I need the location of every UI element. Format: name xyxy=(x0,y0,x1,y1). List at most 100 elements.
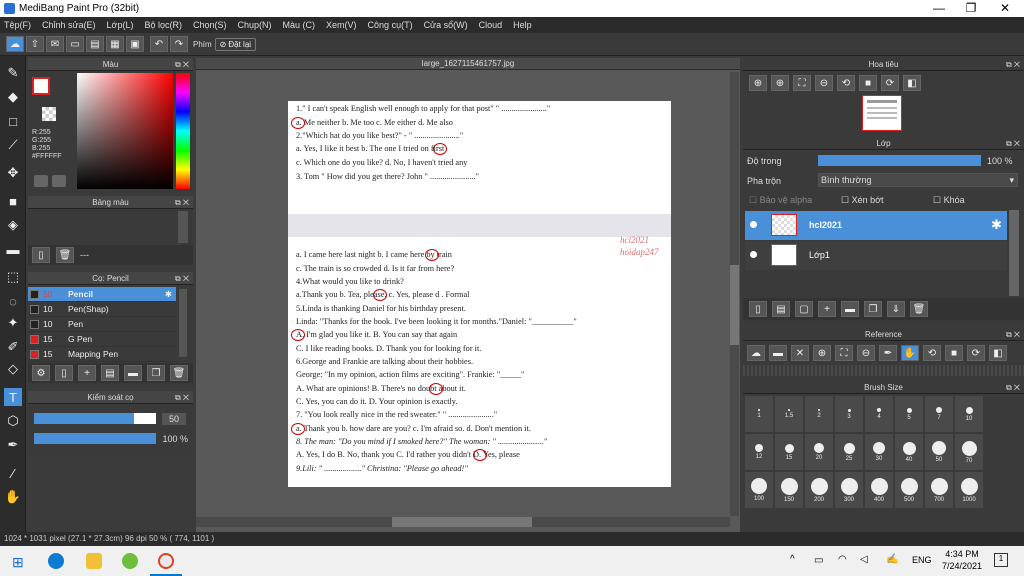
add-brush-icon[interactable]: + xyxy=(78,365,96,381)
panel-close-icon[interactable]: ⧉ ✕ xyxy=(1006,58,1020,71)
clock-time[interactable]: 4:34 PM xyxy=(940,549,984,559)
file-explorer-icon[interactable] xyxy=(86,553,102,569)
delete-palette-icon[interactable]: 🗑 xyxy=(56,247,74,263)
rotate-left-icon[interactable]: ⟲ xyxy=(923,345,941,361)
new-layer-1bit-icon[interactable]: ▢ xyxy=(795,301,813,317)
menu-edit[interactable]: Chỉnh sửa(E) xyxy=(42,20,96,30)
layer-scrollbar[interactable] xyxy=(1009,210,1019,296)
select-pen-icon[interactable]: ✐ xyxy=(4,338,22,356)
transparent-swatch[interactable] xyxy=(42,107,56,121)
brush-size-cell[interactable]: 10 xyxy=(955,396,983,432)
move-tool-icon[interactable]: ✥ xyxy=(4,164,22,182)
cloud-icon[interactable]: ☁ xyxy=(6,36,24,52)
eyedropper-tool-icon[interactable]: ✒ xyxy=(4,436,22,454)
brush-item-g-pen[interactable]: 15 G Pen xyxy=(28,332,176,347)
brush-size-cell[interactable]: 25 xyxy=(835,434,863,470)
brush-item-pencil[interactable]: 50 Pencil ✱ xyxy=(28,287,176,302)
gear-icon[interactable]: ✱ xyxy=(165,287,172,302)
zoom-out-icon[interactable]: ⊖ xyxy=(815,75,833,91)
menu-help[interactable]: Help xyxy=(513,20,532,30)
brush-tool-icon[interactable]: ✎ xyxy=(4,64,22,82)
divide-tool-icon[interactable]: ⬡ xyxy=(4,412,22,430)
dropper-tool-icon[interactable]: ⁄ xyxy=(4,464,22,482)
color-history-icon[interactable] xyxy=(52,175,66,187)
color-mode-icon[interactable] xyxy=(34,175,48,187)
canvas-vscroll-thumb[interactable] xyxy=(730,265,739,345)
bucket-tool-icon[interactable]: ◈ xyxy=(4,216,22,234)
menu-view[interactable]: Xem(V) xyxy=(326,20,357,30)
duplicate-icon[interactable]: ❐ xyxy=(147,365,165,381)
brush-size-cell[interactable]: 200 xyxy=(805,472,833,508)
brush-size-cell[interactable]: 20 xyxy=(805,434,833,470)
edge-browser-icon[interactable] xyxy=(48,553,64,569)
reference-area[interactable] xyxy=(743,365,1024,376)
pen-icon[interactable]: ✍ xyxy=(886,554,898,565)
cloud-download-icon[interactable]: ☁ xyxy=(747,345,765,361)
panel-close-icon[interactable]: ⧉ ✕ xyxy=(1006,137,1020,150)
snap-icon[interactable]: ▭ xyxy=(66,36,84,52)
opacity-slider-track[interactable] xyxy=(34,433,156,444)
brush-size-cell[interactable]: 700 xyxy=(925,472,953,508)
menu-window[interactable]: Cửa sổ(W) xyxy=(424,20,468,30)
add-layer-menu-icon[interactable]: + xyxy=(818,301,836,317)
fit-icon[interactable]: ⛶ xyxy=(835,345,853,361)
minimize-button[interactable]: — xyxy=(922,0,956,17)
panel-close-icon[interactable]: ⧉ ✕ xyxy=(175,58,189,71)
language-indicator[interactable]: ENG xyxy=(912,555,932,565)
clock-date[interactable]: 7/24/2021 xyxy=(940,561,984,571)
windows-start-icon[interactable]: ⊞ xyxy=(12,554,24,571)
brush-size-cell[interactable]: 50 xyxy=(925,434,953,470)
text-tool-icon[interactable]: T xyxy=(4,388,22,406)
volume-icon[interactable]: ◁ xyxy=(860,554,868,565)
battery-icon[interactable]: ▭ xyxy=(814,555,823,566)
brush-size-cell[interactable]: 7 xyxy=(925,396,953,432)
brush-size-cell[interactable]: 4 xyxy=(865,396,893,432)
layer-row-hcl2021[interactable]: hcl2021 ✱ xyxy=(745,211,1007,240)
app-icon-green[interactable] xyxy=(122,553,138,569)
menu-filter[interactable]: Bộ lọc(R) xyxy=(144,20,182,30)
close-button[interactable]: ✕ xyxy=(988,0,1022,17)
layer-row-lop1[interactable]: Lớp1 xyxy=(745,241,1007,270)
select-tool-icon[interactable]: ⬚ xyxy=(4,268,22,286)
protect-alpha-checkbox[interactable]: ☐ Bảo vệ alpha xyxy=(749,195,812,206)
folder-icon[interactable]: ▬ xyxy=(124,365,142,381)
medibang-taskbar-icon[interactable] xyxy=(158,553,174,569)
rotate-right-icon[interactable]: ⟳ xyxy=(967,345,985,361)
delete-brush-icon[interactable]: 🗑 xyxy=(170,365,188,381)
menu-tools[interactable]: Công cụ(T) xyxy=(368,20,413,30)
brush-size-cell[interactable]: 5 xyxy=(895,396,923,432)
brush-settings-icon[interactable]: ⚙ xyxy=(32,365,50,381)
hand-tool-icon[interactable]: ✋ xyxy=(4,488,22,506)
delete-layer-icon[interactable]: 🗑 xyxy=(910,301,928,317)
navigator-thumbnail[interactable] xyxy=(862,95,902,131)
close-reference-icon[interactable]: ✕ xyxy=(791,345,809,361)
new-brush-icon[interactable]: ▯ xyxy=(55,365,73,381)
flip-icon[interactable]: ◧ xyxy=(903,75,921,91)
zoom-in-icon[interactable]: ⊕ xyxy=(771,75,789,91)
lock-checkbox[interactable]: ☐ Khóa xyxy=(933,195,965,206)
panel-close-icon[interactable]: ⧉ ✕ xyxy=(175,196,189,209)
canvas-hscroll-thumb[interactable] xyxy=(392,517,532,527)
layer-folder-icon[interactable]: ▬ xyxy=(841,301,859,317)
doc-icon[interactable]: ▤ xyxy=(86,36,104,52)
zoom-icon[interactable]: ⊕ xyxy=(749,75,767,91)
lasso-tool-icon[interactable]: ◌ xyxy=(4,292,22,310)
reset-icon[interactable]: ■ xyxy=(945,345,963,361)
menu-select[interactable]: Chọn(S) xyxy=(193,20,227,30)
reset-button[interactable]: ⊘ Đặt lại xyxy=(214,37,257,51)
zoom-out-icon[interactable]: ⊖ xyxy=(857,345,875,361)
fit-icon[interactable]: ⛶ xyxy=(793,75,811,91)
brush-item-pen[interactable]: 10 Pen xyxy=(28,317,176,332)
brush-size-cell[interactable]: 300 xyxy=(835,472,863,508)
blend-mode-select[interactable]: Bình thường ▾ xyxy=(818,173,1018,187)
reset-view-icon[interactable]: ■ xyxy=(859,75,877,91)
maximize-button[interactable]: ❐ xyxy=(954,0,988,17)
tray-chevron-icon[interactable]: ^ xyxy=(790,554,795,565)
select-eraser-icon[interactable]: ◇ xyxy=(4,360,22,378)
panel-close-icon[interactable]: ⧉ ✕ xyxy=(175,391,189,404)
new-layer-icon[interactable]: ▯ xyxy=(749,301,767,317)
rect-tool-icon[interactable]: □ xyxy=(4,112,22,130)
rotate-icon[interactable]: ⟲ xyxy=(837,75,855,91)
brush-item-mapping-pen[interactable]: 15 Mapping Pen xyxy=(28,347,176,362)
size-value[interactable]: 50 xyxy=(162,413,186,425)
